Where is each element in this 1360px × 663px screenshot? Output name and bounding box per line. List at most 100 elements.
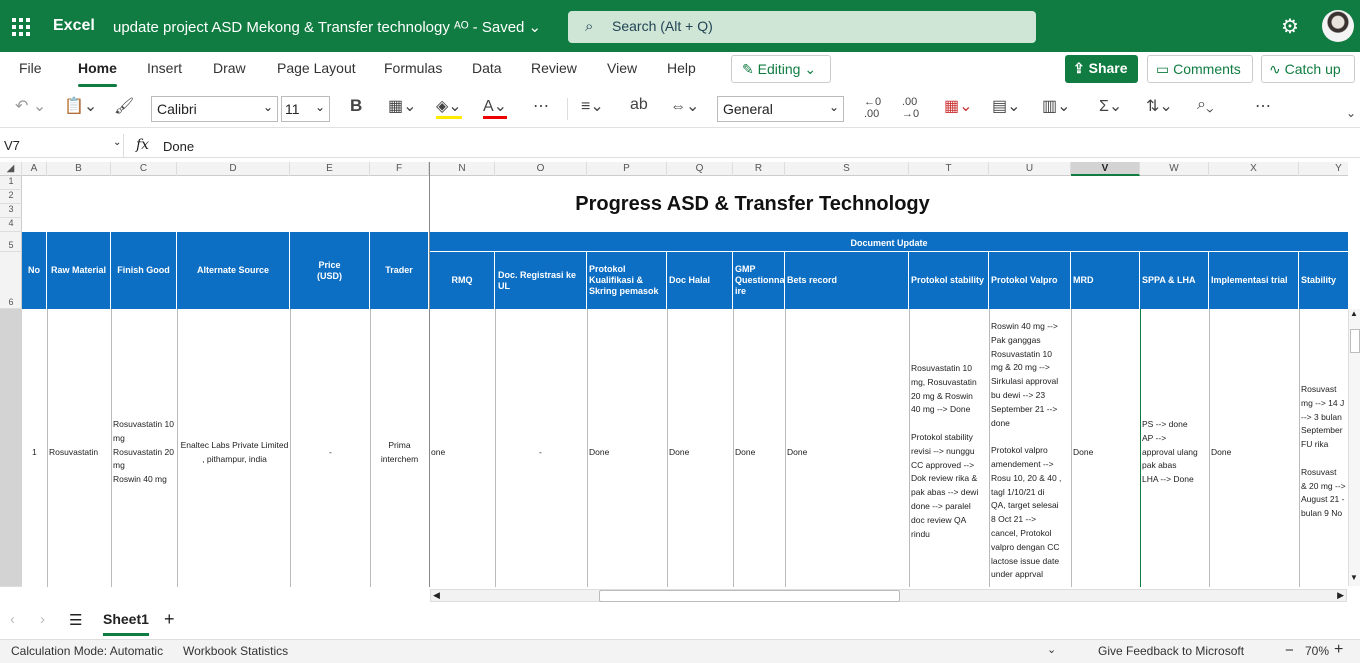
undo-icon[interactable]: ↶ ⌄ [15, 96, 46, 116]
sheet-tab-sheet1[interactable]: Sheet1 [103, 611, 149, 636]
col-header-q[interactable]: Q [667, 162, 733, 176]
scroll-left-icon[interactable]: ◀ [433, 590, 440, 601]
sort-filter-icon[interactable]: ⇅⌄ [1146, 96, 1173, 116]
cell-gmp[interactable]: Done [735, 446, 755, 460]
col-header-e[interactable]: E [290, 162, 370, 176]
col-header-n[interactable]: N [430, 162, 495, 176]
more-options-icon[interactable]: ⋯ [1255, 96, 1271, 116]
format-as-table-icon[interactable]: ▤⌄ [992, 96, 1021, 116]
feedback-link[interactable]: Give Feedback to Microsoft [1098, 644, 1244, 658]
col-header-b[interactable]: B [47, 162, 111, 176]
scroll-down-icon[interactable]: ▼ [1350, 573, 1358, 582]
col-header-f[interactable]: F [370, 162, 429, 176]
cell-no[interactable]: 1 [32, 446, 37, 460]
menu-data[interactable]: Data [472, 60, 502, 76]
horizontal-scrollbar[interactable]: ◀ ▶ [430, 589, 1347, 602]
cell-finish-good[interactable]: Rosuvastatin 10 mg Rosuvastatin 20 mg Roswin… [113, 418, 177, 487]
col-header-x[interactable]: X [1209, 162, 1299, 176]
merge-cells-icon[interactable]: ⇔⌄ [670, 96, 699, 116]
menu-file[interactable]: File [19, 60, 42, 76]
prev-sheet-icon[interactable]: ‹ [10, 611, 15, 628]
font-color-icon[interactable]: A⌄ [483, 96, 508, 119]
editing-mode-button[interactable]: ✎ Editing ⌄ [731, 55, 831, 83]
col-header-t[interactable]: T [909, 162, 989, 176]
name-box[interactable]: V7 ⌄ [0, 134, 124, 158]
vertical-scrollbar[interactable]: ▲ ▼ [1348, 309, 1360, 586]
document-title[interactable]: update project ASD Mekong & Transfer tec… [113, 18, 541, 36]
workbook-statistics[interactable]: Workbook Statistics [183, 644, 288, 658]
row-header-7[interactable] [0, 309, 22, 587]
cell-stability[interactable]: Rosuvast mg --> 14 J --> 3 bulan September F… [1301, 383, 1348, 521]
vertical-scroll-thumb[interactable] [1350, 329, 1360, 353]
row-header-1[interactable]: 1 [0, 176, 22, 190]
increase-decimal-icon[interactable]: ←0.00 [864, 96, 881, 120]
menu-help[interactable]: Help [667, 60, 696, 76]
cell-sppa-lha[interactable]: PS --> done AP --> approval ulang pak abas L… [1142, 418, 1209, 487]
cell-protokol-kualifikasi[interactable]: Done [589, 446, 609, 460]
row-header-2[interactable]: 2 [0, 190, 22, 204]
menu-view[interactable]: View [607, 60, 637, 76]
col-header-v[interactable]: V [1071, 162, 1140, 176]
catch-up-button[interactable]: ∿ Catch up [1261, 55, 1355, 83]
cell-mrd[interactable]: Done [1073, 446, 1093, 460]
menu-insert[interactable]: Insert [147, 60, 182, 76]
menu-formulas[interactable]: Formulas [384, 60, 442, 76]
col-header-p[interactable]: P [587, 162, 667, 176]
document-title-text[interactable]: update project ASD Mekong & Transfer tec… [113, 19, 450, 36]
more-options-icon[interactable]: ⋯ [533, 96, 549, 116]
autosum-icon[interactable]: Σ⌄ [1099, 96, 1122, 116]
chevron-down-icon[interactable]: ⌄ [1047, 643, 1056, 656]
col-header-d[interactable]: D [177, 162, 290, 176]
zoom-out-icon[interactable]: − [1285, 642, 1294, 659]
scroll-right-icon[interactable]: ▶ [1337, 590, 1344, 601]
cell-doc-registrasi[interactable]: - [539, 446, 542, 460]
save-status[interactable]: ᴬᴼ - Saved ⌄ [454, 19, 541, 36]
select-all-corner[interactable]: ◢ [0, 162, 22, 176]
share-button[interactable]: ⇪ Share [1065, 55, 1138, 83]
menu-draw[interactable]: Draw [213, 60, 246, 76]
all-sheets-icon[interactable]: ☰ [69, 611, 82, 629]
menu-page-layout[interactable]: Page Layout [277, 60, 356, 76]
font-family-select[interactable]: Calibri ⌄ [151, 96, 278, 122]
cell-protokol-valpro[interactable]: Roswin 40 mg --> Pak ganggas Rosuvastatin … [991, 320, 1071, 582]
function-icon[interactable]: fx [136, 137, 149, 153]
col-header-r[interactable]: R [733, 162, 785, 176]
fill-color-icon[interactable]: ◈⌄ [436, 96, 462, 119]
zoom-in-icon[interactable]: + [1334, 641, 1343, 659]
col-header-o[interactable]: O [495, 162, 587, 176]
comments-button[interactable]: ▭ Comments [1147, 55, 1253, 83]
menu-home[interactable]: Home [78, 60, 117, 87]
col-header-s[interactable]: S [785, 162, 909, 176]
cell-doc-halal[interactable]: Done [669, 446, 689, 460]
font-size-select[interactable]: 11 ⌄ [281, 96, 330, 122]
cell-trader[interactable]: Prima interchem [370, 439, 429, 467]
borders-icon[interactable]: ▦⌄ [388, 96, 417, 116]
col-header-a[interactable]: A [22, 162, 47, 176]
spreadsheet-grid[interactable]: ◢ A B C D E F N O P Q R S T U V W X Y 1 … [0, 162, 1348, 587]
col-header-u[interactable]: U [989, 162, 1071, 176]
horizontal-scroll-thumb[interactable] [599, 590, 900, 602]
paste-icon[interactable]: 📋⌄ [64, 96, 97, 116]
add-sheet-icon[interactable]: + [164, 609, 175, 630]
conditional-format-icon[interactable]: ▦⌄ [944, 96, 973, 116]
next-sheet-icon[interactable]: › [40, 611, 45, 628]
format-painter-icon[interactable]: 🖌 [114, 96, 134, 116]
expand-ribbon-icon[interactable]: ⌄ [1346, 106, 1356, 120]
cell-protokol-stability[interactable]: Rosuvastatin 10 mg, Rosuvastatin 20 mg & R… [911, 362, 989, 541]
col-header-y[interactable]: Y [1299, 162, 1348, 176]
app-launcher-icon[interactable] [12, 18, 30, 36]
cell-implementasi-trial[interactable]: Done [1211, 446, 1231, 460]
cell-styles-icon[interactable]: ▥⌄ [1042, 96, 1071, 116]
cell-rmq[interactable]: one [431, 446, 445, 460]
formula-input[interactable]: Done [163, 139, 194, 154]
row-header-3[interactable]: 3 [0, 204, 22, 218]
cell-alternate-source[interactable]: Enaltec Labs Private Limited , pithampur,… [179, 439, 290, 467]
avatar[interactable] [1322, 10, 1354, 42]
bold-icon[interactable]: B [350, 96, 362, 116]
wrap-text-icon[interactable]: ab [630, 96, 648, 114]
app-name[interactable]: Excel [53, 17, 95, 35]
col-header-w[interactable]: W [1140, 162, 1209, 176]
menu-review[interactable]: Review [531, 60, 577, 76]
cell-raw-material[interactable]: Rosuvastatin [49, 446, 98, 460]
row-header-6[interactable]: 6 [0, 252, 22, 309]
